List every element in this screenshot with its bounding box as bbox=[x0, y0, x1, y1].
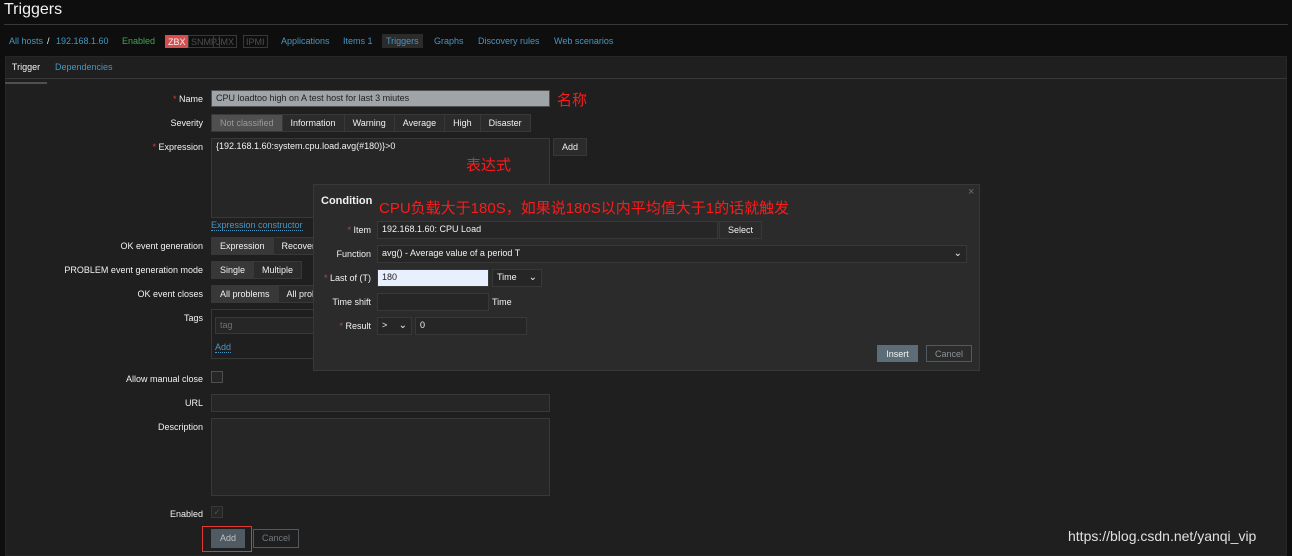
item-input[interactable]: 192.168.1.60: CPU Load bbox=[377, 221, 718, 239]
closes-all-problems[interactable]: All problems bbox=[212, 286, 279, 302]
chevron-down-icon: ⌄ bbox=[528, 272, 537, 283]
time-shift-input[interactable] bbox=[377, 293, 489, 311]
expression-add-button[interactable]: Add bbox=[553, 138, 587, 156]
url-input[interactable] bbox=[211, 394, 550, 412]
result-value-input[interactable]: 0 bbox=[415, 317, 527, 335]
name-label: * Name bbox=[172, 94, 203, 104]
expression-label: * Expression bbox=[152, 142, 203, 152]
problem-mode-label: PROBLEM event generation mode bbox=[64, 265, 203, 275]
severity-disaster[interactable]: Disaster bbox=[480, 115, 530, 131]
ipmi-badge: IPMI bbox=[243, 35, 268, 48]
nav-web-scenarios[interactable]: Web scenarios bbox=[554, 36, 613, 46]
severity-average[interactable]: Average bbox=[394, 115, 446, 131]
breadcrumb-host[interactable]: 192.168.1.60 bbox=[56, 36, 109, 46]
annotation-name: 名称 bbox=[557, 92, 588, 109]
problem-mode-selector: Single Multiple bbox=[211, 261, 303, 279]
nav-applications[interactable]: Applications bbox=[281, 36, 330, 46]
result-operator-select[interactable]: > ⌄ bbox=[377, 317, 412, 335]
chevron-down-icon: ⌄ bbox=[398, 320, 407, 331]
function-label: Function bbox=[336, 249, 371, 259]
last-of-unit-value: Time bbox=[497, 272, 517, 282]
breadcrumb-all-hosts[interactable]: All hosts bbox=[9, 36, 43, 46]
add-button[interactable]: Add bbox=[211, 529, 245, 548]
mode-multiple[interactable]: Multiple bbox=[254, 262, 302, 278]
last-of-input[interactable]: 180 bbox=[377, 269, 489, 287]
nav-discovery-rules[interactable]: Discovery rules bbox=[478, 36, 540, 46]
dialog-cancel-button[interactable]: Cancel bbox=[926, 345, 972, 362]
name-input[interactable]: CPU loadtoo high on A test host for last… bbox=[211, 90, 550, 107]
jmx-badge: JMX bbox=[213, 35, 237, 48]
watermark: https://blog.csdn.net/yanqi_vip bbox=[1068, 528, 1257, 544]
enabled-label: Enabled bbox=[169, 509, 203, 519]
ok-gen-expression[interactable]: Expression bbox=[212, 238, 274, 254]
tags-label: Tags bbox=[183, 313, 203, 323]
severity-selector: Not classified Information Warning Avera… bbox=[211, 114, 531, 132]
zbx-badge: ZBX bbox=[165, 35, 189, 48]
expression-constructor-link[interactable]: Expression constructor bbox=[211, 220, 303, 231]
manual-close-label: Allow manual close bbox=[125, 374, 203, 384]
severity-not-classified[interactable]: Not classified bbox=[212, 115, 283, 131]
time-shift-unit: Time bbox=[492, 297, 512, 307]
enabled-checkbox[interactable]: ✓ bbox=[211, 506, 223, 518]
severity-label: Severity bbox=[170, 118, 203, 128]
annotation-condition: CPU负载大于180S，如果说180S以内平均值大于1的话就触发 bbox=[379, 200, 790, 217]
function-select[interactable]: avg() - Average value of a period T ⌄ bbox=[377, 245, 967, 263]
severity-high[interactable]: High bbox=[445, 115, 481, 131]
divider bbox=[4, 24, 1288, 25]
manual-close-checkbox[interactable] bbox=[211, 371, 223, 383]
page-title: Triggers bbox=[4, 1, 63, 18]
tab-divider bbox=[5, 78, 1287, 79]
mode-single[interactable]: Single bbox=[212, 262, 255, 278]
host-status: Enabled bbox=[122, 36, 156, 46]
insert-button[interactable]: Insert bbox=[877, 345, 918, 362]
description-label: Description bbox=[157, 422, 203, 432]
tab-trigger[interactable]: Trigger bbox=[5, 62, 47, 84]
ok-event-generation-label: OK event generation bbox=[120, 241, 203, 251]
condition-dialog: Condition CPU负载大于180S，如果说180S以内平均值大于1的话就… bbox=[313, 184, 980, 371]
cancel-button[interactable]: Cancel bbox=[253, 529, 299, 548]
severity-information[interactable]: Information bbox=[282, 115, 345, 131]
nav-triggers[interactable]: Triggers bbox=[382, 34, 423, 48]
select-button[interactable]: Select bbox=[719, 221, 762, 239]
tab-dependencies[interactable]: Dependencies bbox=[55, 62, 113, 72]
description-textarea[interactable] bbox=[211, 418, 550, 496]
result-label: * Result bbox=[339, 321, 371, 331]
tags-add-link[interactable]: Add bbox=[215, 342, 232, 353]
close-icon[interactable]: × bbox=[968, 186, 974, 198]
last-of-label: * Last of (T) bbox=[323, 273, 371, 283]
dialog-title: Condition bbox=[321, 195, 373, 207]
function-value: avg() - Average value of a period T bbox=[382, 248, 521, 258]
nav-graphs[interactable]: Graphs bbox=[434, 36, 464, 46]
time-shift-label: Time shift bbox=[332, 297, 371, 307]
severity-warning[interactable]: Warning bbox=[344, 115, 395, 131]
item-label: * Item bbox=[347, 225, 371, 235]
last-of-unit-select[interactable]: Time ⌄ bbox=[492, 269, 542, 287]
annotation-expression: 表达式 bbox=[466, 157, 512, 174]
chevron-down-icon: ⌄ bbox=[953, 248, 962, 259]
breadcrumb-separator: / bbox=[47, 36, 50, 46]
ok-closes-label: OK event closes bbox=[137, 289, 203, 299]
nav-items[interactable]: Items 1 bbox=[343, 36, 373, 46]
result-operator-value: > bbox=[382, 320, 388, 330]
url-label: URL bbox=[184, 398, 203, 408]
